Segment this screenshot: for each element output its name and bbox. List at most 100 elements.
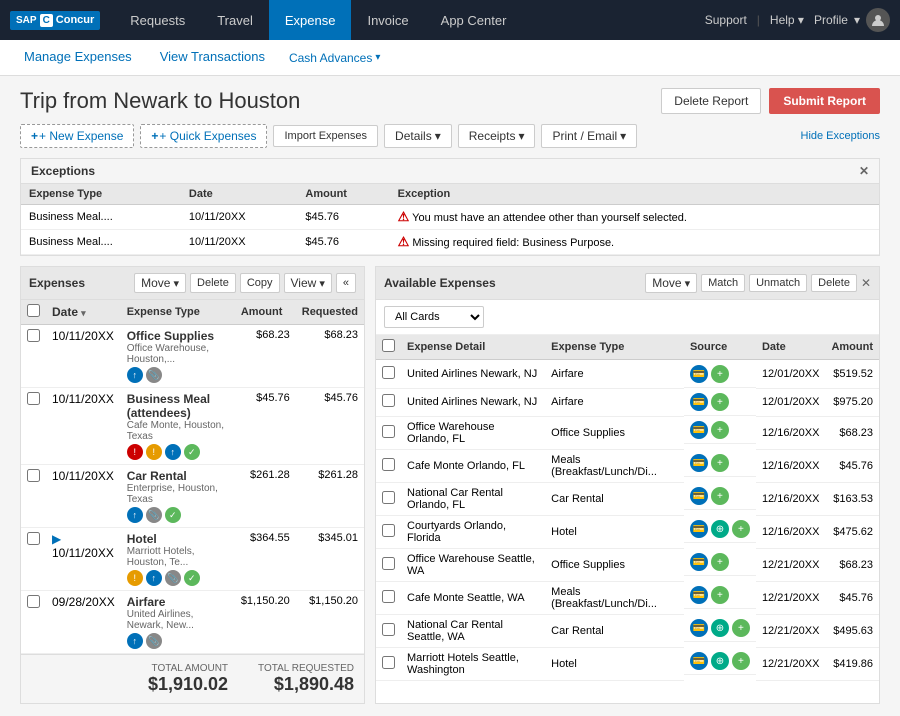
view-button[interactable]: View ▾ [284, 273, 332, 293]
add-icon: + [711, 553, 729, 571]
avail-checkbox[interactable] [382, 425, 395, 438]
subnav-manage-expenses[interactable]: Manage Expenses [20, 40, 136, 75]
expense-date: ▶ 10/11/20XX [46, 528, 121, 591]
avail-col-detail: Expense Detail [401, 335, 545, 360]
details-arrow: ▾ [435, 129, 441, 143]
available-expenses-close[interactable]: ✕ [861, 276, 871, 290]
new-expense-button[interactable]: + + New Expense [20, 124, 134, 148]
expenses-toolbar-buttons: Move ▾ Delete Copy View ▾ « [134, 273, 356, 293]
delete-expense-button[interactable]: Delete [190, 273, 236, 293]
avail-delete-button[interactable]: Delete [811, 274, 857, 292]
expense-checkbox[interactable] [27, 469, 40, 482]
col-amount[interactable]: Amount [235, 300, 296, 325]
avail-checkbox[interactable] [382, 491, 395, 504]
help-link[interactable]: Help ▾ [770, 13, 804, 27]
exc-col-date: Date [181, 184, 298, 205]
avail-checkbox[interactable] [382, 366, 395, 379]
col-expense-type[interactable]: Expense Type [121, 300, 235, 325]
quick-expenses-button[interactable]: + + Quick Expenses [140, 124, 267, 148]
nav-invoice[interactable]: Invoice [351, 0, 424, 40]
avail-detail: United Airlines Newark, NJ [401, 388, 545, 416]
move-button[interactable]: Move ▾ [134, 273, 186, 293]
submit-report-button[interactable]: Submit Report [769, 88, 880, 114]
expense-icons: ↑📎 [127, 633, 229, 649]
expense-checkbox[interactable] [27, 595, 40, 608]
avail-checkbox[interactable] [382, 656, 395, 669]
details-button[interactable]: Details ▾ [384, 124, 452, 148]
nav-expense[interactable]: Expense [269, 0, 352, 40]
avail-source: 💳 + [684, 449, 756, 477]
available-expenses-header: Available Expenses Move ▾ Match Unmatch … [376, 267, 879, 300]
delete-report-button[interactable]: Delete Report [661, 88, 761, 114]
expand-icon[interactable]: ▶ [52, 532, 61, 546]
card-icon: 💳 [690, 619, 708, 637]
expense-requested: $261.28 [296, 465, 364, 528]
col-requested[interactable]: Requested [296, 300, 364, 325]
avail-amount: $45.76 [825, 449, 879, 482]
avail-amount: $68.23 [825, 548, 879, 581]
receipts-button[interactable]: Receipts ▾ [458, 124, 536, 148]
available-expense-row[interactable]: United Airlines Newark, NJ Airfare 💳 + 1… [376, 388, 879, 416]
avail-type: Meals (Breakfast/Lunch/Di... [545, 581, 684, 614]
main-nav: Requests Travel Expense Invoice App Cent… [114, 0, 522, 40]
col-date[interactable]: Date ▾ [46, 300, 121, 325]
select-all-checkbox[interactable] [27, 304, 40, 317]
import-expenses-button[interactable]: Import Expenses [273, 125, 378, 147]
available-expense-row[interactable]: Courtyards Orlando, Florida Hotel 💳 ⊕ + … [376, 515, 879, 548]
avail-checkbox[interactable] [382, 458, 395, 471]
avail-date: 12/21/20XX [756, 647, 826, 680]
nav-app-center[interactable]: App Center [425, 0, 523, 40]
avail-type: Office Supplies [545, 548, 684, 581]
available-expense-row[interactable]: Office Warehouse Seattle, WA Office Supp… [376, 548, 879, 581]
print-email-button[interactable]: Print / Email ▾ [541, 124, 637, 148]
expense-date: 10/11/20XX [46, 465, 121, 528]
exception-row: Business Meal.... 10/11/20XX $45.76 ⚠ Mi… [21, 230, 879, 255]
avail-select-all[interactable] [382, 339, 395, 352]
expenses-table: Date ▾ Expense Type Amount Requested 10/… [21, 300, 364, 654]
avail-move-button[interactable]: Move ▾ [645, 273, 697, 293]
expense-row[interactable]: 09/28/20XX Airfare United Airlines, Newa… [21, 591, 364, 654]
expense-checkbox[interactable] [27, 329, 40, 342]
expense-requested: $68.23 [296, 325, 364, 388]
expense-row[interactable]: 10/11/20XX Business Meal (attendees) Caf… [21, 388, 364, 465]
expense-row[interactable]: ▶ 10/11/20XX Hotel Marriott Hotels, Hous… [21, 528, 364, 591]
avail-detail: Marriott Hotels Seattle, Washington [401, 647, 545, 680]
expense-checkbox[interactable] [27, 392, 40, 405]
support-link[interactable]: Support [705, 13, 747, 27]
available-expense-row[interactable]: Marriott Hotels Seattle, Washington Hote… [376, 647, 879, 680]
expense-checkbox[interactable] [27, 532, 40, 545]
copy-button[interactable]: Copy [240, 273, 280, 293]
nav-requests[interactable]: Requests [114, 0, 201, 40]
available-expense-row[interactable]: Office Warehouse Orlando, FL Office Supp… [376, 416, 879, 449]
available-expense-row[interactable]: Cafe Monte Seattle, WA Meals (Breakfast/… [376, 581, 879, 614]
card-icon: 💳 [690, 421, 708, 439]
avail-match-button[interactable]: Match [701, 274, 745, 292]
subnav-view-transactions[interactable]: View Transactions [156, 40, 269, 75]
card-icon: 💳 [690, 586, 708, 604]
avail-unmatch-button[interactable]: Unmatch [749, 274, 807, 292]
nav-travel[interactable]: Travel [201, 0, 269, 40]
available-expense-row[interactable]: National Car Rental Orlando, FL Car Rent… [376, 482, 879, 515]
green-status-icon: ✓ [165, 507, 181, 523]
expense-row[interactable]: 10/11/20XX Office Supplies Office Wareho… [21, 325, 364, 388]
available-expense-row[interactable]: Cafe Monte Orlando, FL Meals (Breakfast/… [376, 449, 879, 482]
avail-checkbox[interactable] [382, 623, 395, 636]
available-expense-row[interactable]: United Airlines Newark, NJ Airfare 💳 + 1… [376, 360, 879, 389]
avail-checkbox[interactable] [382, 394, 395, 407]
avail-checkbox[interactable] [382, 557, 395, 570]
subnav-cash-advances[interactable]: Cash Advances ▾ [289, 51, 380, 65]
collapse-button[interactable]: « [336, 273, 356, 293]
card-icon: 💳 [690, 520, 708, 538]
avail-type: Airfare [545, 360, 684, 389]
avail-checkbox[interactable] [382, 590, 395, 603]
profile-dropdown[interactable]: Profile ▾ [814, 8, 890, 32]
avail-type: Airfare [545, 388, 684, 416]
hide-exceptions-link[interactable]: Hide Exceptions [801, 130, 881, 142]
orange-status-icon: ! [146, 444, 162, 460]
expense-row[interactable]: 10/11/20XX Car Rental Enterprise, Housto… [21, 465, 364, 528]
avail-checkbox[interactable] [382, 524, 395, 537]
available-expense-row[interactable]: National Car Rental Seattle, WA Car Rent… [376, 614, 879, 647]
available-expenses-title: Available Expenses [384, 276, 496, 290]
cards-filter-select[interactable]: All Cards [384, 306, 484, 328]
exceptions-close-button[interactable]: ✕ [859, 164, 869, 178]
